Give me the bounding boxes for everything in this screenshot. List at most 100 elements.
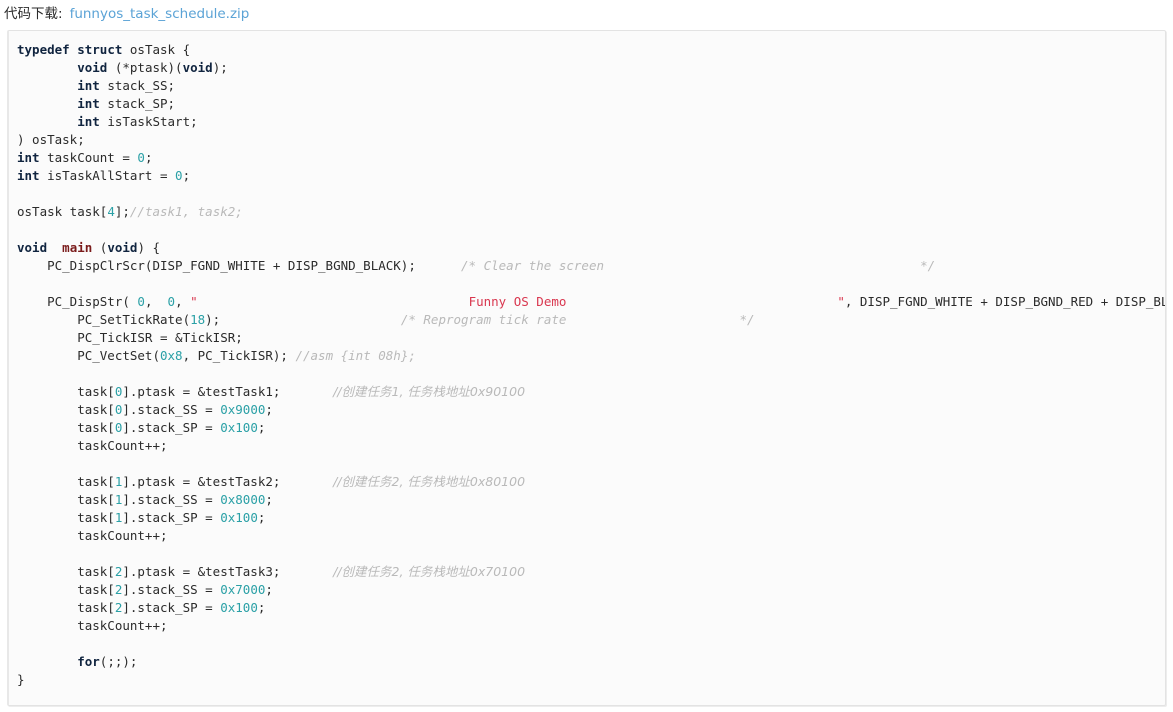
code-token: } <box>17 672 25 687</box>
code-token: 0x100 <box>220 510 258 525</box>
code-token: ].stack_SP = <box>122 420 221 435</box>
code-line: taskCount++; <box>17 528 168 543</box>
code-token: task[ <box>17 474 115 489</box>
code-token: PC_DispStr( <box>17 294 138 309</box>
code-line: int stack_SP; <box>17 96 175 111</box>
code-token: isTaskStart; <box>99 114 198 129</box>
code-token: 0x7000 <box>220 582 266 597</box>
code-line: PC_DispStr( 0, 0, " Funny OS Demo ", DIS… <box>17 294 1165 309</box>
code-token: void <box>77 60 108 75</box>
code-token: 0x100 <box>220 420 258 435</box>
code-token: " Funny OS Demo " <box>190 294 845 309</box>
code-token: 0x8000 <box>220 492 266 507</box>
code-token: stack_SS; <box>99 78 176 93</box>
code-token: 18 <box>190 312 206 327</box>
code-line: task[2].ptask = &testTask3; //创建任务2, 任务栈… <box>17 564 525 579</box>
code-line: PC_TickISR = &TickISR; <box>17 330 243 345</box>
code-token: void <box>182 60 213 75</box>
code-line: PC_SetTickRate(18); /* Reprogram tick ra… <box>17 312 755 327</box>
code-token: task[ <box>17 420 115 435</box>
code-token: //创建任务2, 任务栈地址0x70100 <box>333 564 526 579</box>
code-token: ].stack_SS = <box>122 402 221 417</box>
code-line: task[1].stack_SS = 0x8000; <box>17 492 273 507</box>
code-line: task[2].stack_SS = 0x7000; <box>17 582 273 597</box>
code-token: stack_SP; <box>99 96 176 111</box>
code-token: (;;); <box>99 654 138 669</box>
code-token: ].stack_SP = <box>122 600 221 615</box>
code-token: task[ <box>17 402 115 417</box>
download-link[interactable]: funnyos_task_schedule.zip <box>70 6 250 22</box>
code-token: ; <box>257 510 266 525</box>
code-token: //asm {int 08h}; <box>295 348 416 363</box>
code-token: ) osTask; <box>17 132 85 147</box>
code-token: 0x100 <box>220 600 258 615</box>
code-token: int <box>17 168 40 183</box>
code-token: 0x8 <box>160 348 183 363</box>
code-token: ); <box>205 312 401 327</box>
code-token: main <box>62 240 93 255</box>
code-block: typedef struct osTask { void (*ptask)(vo… <box>7 30 1166 706</box>
code-line: int stack_SS; <box>17 78 175 93</box>
code-token: int <box>77 114 100 129</box>
code-token: PC_VectSet( <box>17 348 160 363</box>
code-token: , PC_TickISR); <box>182 348 296 363</box>
code-line: for(;;); <box>17 654 137 669</box>
code-content: typedef struct osTask { void (*ptask)(vo… <box>9 31 1165 689</box>
code-token: 0 <box>167 294 176 309</box>
code-line: int taskCount = 0; <box>17 150 152 165</box>
code-token: task[ <box>17 384 115 399</box>
code-token: , <box>144 294 168 309</box>
code-token: taskCount++; <box>17 438 168 453</box>
code-token: 0x9000 <box>220 402 266 417</box>
code-token: //task1, task2; <box>129 204 243 219</box>
code-token: isTaskAllStart = <box>39 168 176 183</box>
code-token: ) { <box>137 240 161 255</box>
code-token: for <box>77 654 100 669</box>
code-token: ( <box>92 240 108 255</box>
code-token: //创建任务2, 任务栈地址0x80100 <box>333 474 526 489</box>
code-token: taskCount++; <box>17 618 168 633</box>
code-token: task[ <box>17 582 115 597</box>
code-token: PC_TickISR = &TickISR; <box>17 330 243 345</box>
code-token: //创建任务1, 任务栈地址0x90100 <box>333 384 526 399</box>
code-line: PC_VectSet(0x8, PC_TickISR); //asm {int … <box>17 348 416 363</box>
code-line: void (*ptask)(void); <box>17 60 228 75</box>
code-token: 0 <box>175 168 183 183</box>
code-token: ; <box>265 492 273 507</box>
code-token: void <box>107 240 138 255</box>
code-token: PC_SetTickRate( <box>17 312 191 327</box>
code-token: PC_DispClrScr(DISP_FGND_WHITE + DISP_BGN… <box>17 258 462 273</box>
code-line: PC_DispClrScr(DISP_FGND_WHITE + DISP_BGN… <box>17 258 935 273</box>
code-token: ].stack_SS = <box>122 492 221 507</box>
code-token: ; <box>257 420 266 435</box>
code-token: typedef <box>17 42 70 57</box>
code-token: ].ptask = &testTask3; <box>122 564 334 579</box>
code-token: ].ptask = &testTask1; <box>122 384 334 399</box>
code-token: osTask { <box>122 42 191 57</box>
code-line: taskCount++; <box>17 438 168 453</box>
code-line: task[0].ptask = &testTask1; //创建任务1, 任务栈… <box>17 384 525 399</box>
code-token: , DISP_FGND_WHITE + DISP_BGND_RED + DISP… <box>844 294 1165 309</box>
code-line: typedef struct osTask { <box>17 42 190 57</box>
code-token: (*ptask)( <box>107 60 183 75</box>
code-token: int <box>17 150 40 165</box>
code-token: ; <box>265 402 273 417</box>
code-token: ]; <box>114 204 130 219</box>
code-token: /* Reprogram tick rate */ <box>400 312 755 327</box>
code-line: } <box>17 672 25 687</box>
code-token: ].ptask = &testTask2; <box>122 474 334 489</box>
code-token: 0 <box>137 150 145 165</box>
code-line: taskCount++; <box>17 618 168 633</box>
code-token: /* Clear the screen */ <box>461 258 936 273</box>
code-token: ; <box>257 600 266 615</box>
code-token: ].stack_SS = <box>122 582 221 597</box>
code-token: taskCount++; <box>17 528 168 543</box>
code-token: , <box>175 294 191 309</box>
download-header: 代码下载: funnyos_task_schedule.zip <box>0 0 1173 24</box>
code-token: task[ <box>17 510 115 525</box>
code-line: task[1].stack_SP = 0x100; <box>17 510 265 525</box>
code-token: task[ <box>17 600 115 615</box>
